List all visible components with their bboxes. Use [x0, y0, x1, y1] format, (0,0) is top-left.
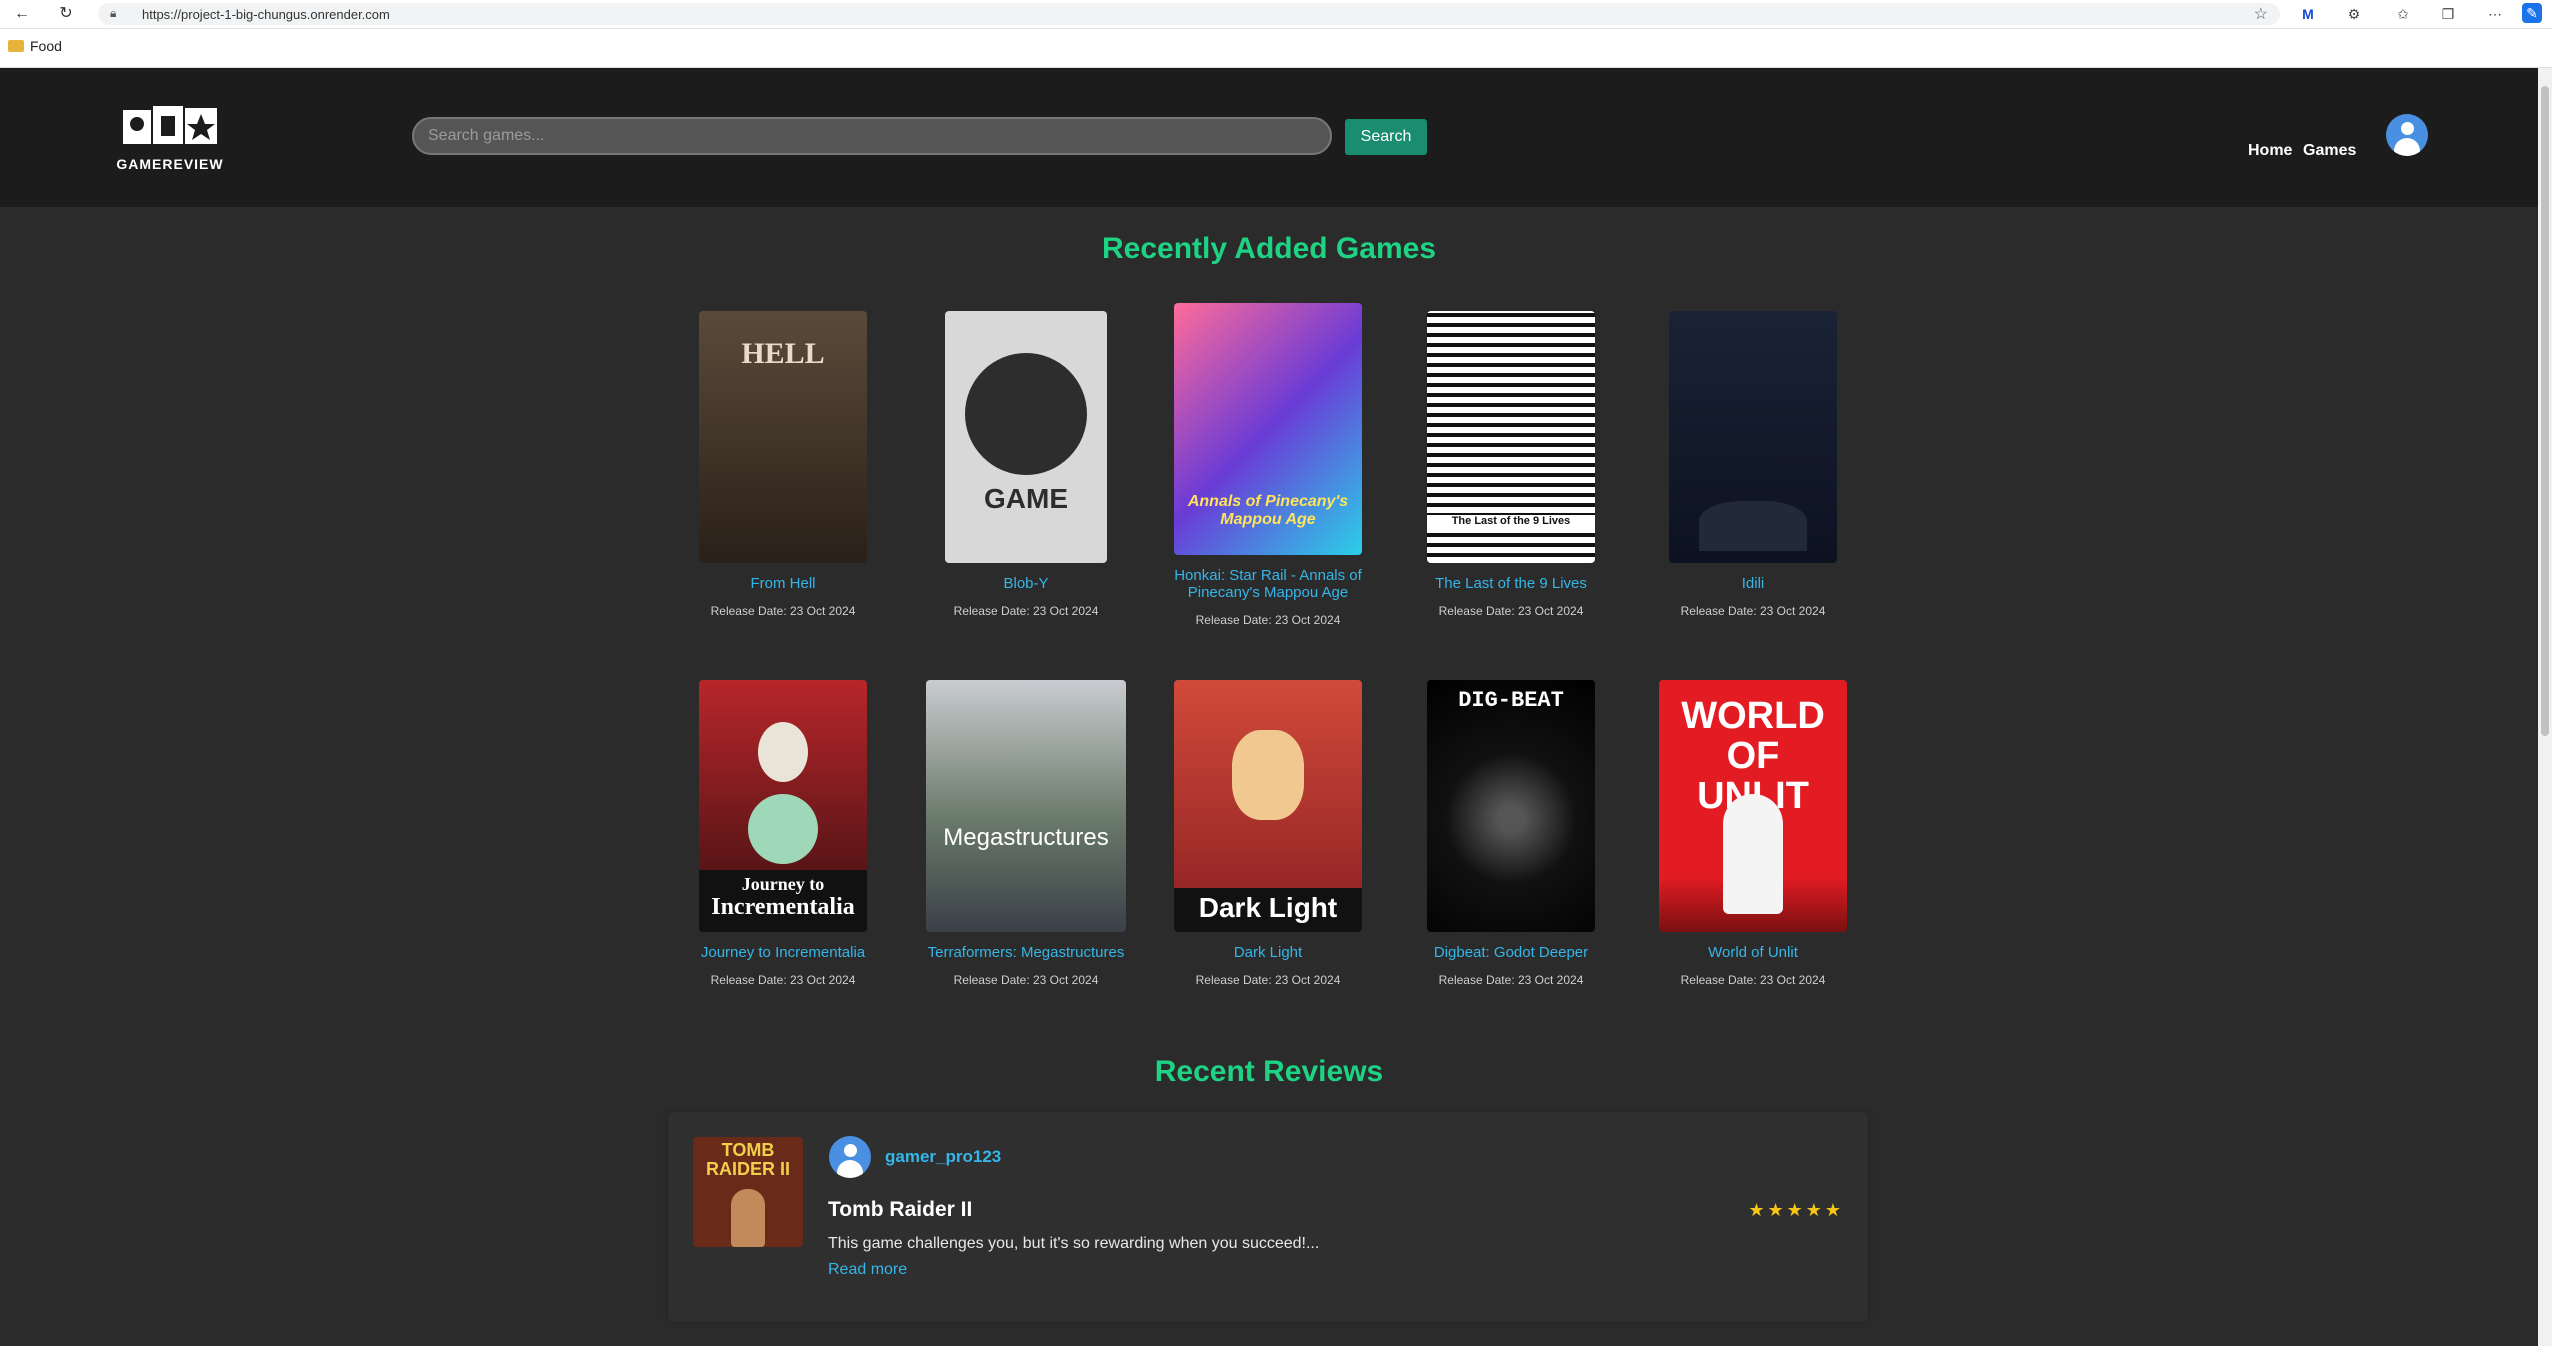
- nav-games-link[interactable]: Games: [2303, 142, 2356, 160]
- game-title-link[interactable]: Dark Light: [1158, 944, 1378, 961]
- game-cover-image[interactable]: DIG-BEAT: [1427, 680, 1595, 932]
- logo-text: GAMEREVIEW: [116, 156, 224, 172]
- read-more-link[interactable]: Read more: [828, 1261, 907, 1279]
- game-card[interactable]: Annals of Pinecany's Mappou Age Honkai: …: [1158, 303, 1378, 627]
- game-card[interactable]: HELL From Hell Release Date: 23 Oct 2024: [673, 311, 893, 618]
- bookmark-folder-food[interactable]: Food: [8, 38, 62, 54]
- release-date: Release Date: 23 Oct 2024: [710, 973, 856, 987]
- game-card[interactable]: WORLD OF UNLIT World of Unlit Release Da…: [1643, 680, 1863, 987]
- game-cover-image[interactable]: WORLD OF UNLIT: [1659, 680, 1847, 932]
- release-date: Release Date: 23 Oct 2024: [1438, 973, 1584, 987]
- release-date: Release Date: 23 Oct 2024: [1680, 973, 1826, 987]
- release-date: Release Date: 23 Oct 2024: [953, 604, 1099, 618]
- game-cover-image[interactable]: The Last of the 9 Lives: [1427, 311, 1595, 563]
- game-cover-image[interactable]: Megastructures: [926, 680, 1126, 932]
- reviewer-username[interactable]: gamer_pro123: [885, 1147, 1001, 1167]
- collections-icon[interactable]: ❐: [2437, 3, 2459, 25]
- game-card[interactable]: The Last of the 9 Lives The Last of the …: [1401, 311, 1621, 618]
- review-game-cover-image[interactable]: TOMB RAIDER II: [693, 1137, 803, 1247]
- site-header: GAMEREVIEW Search Home Games: [0, 68, 2538, 207]
- game-cover-image[interactable]: Dark Light: [1174, 680, 1362, 932]
- game-title-link[interactable]: Digbeat: Godot Deeper: [1401, 944, 1621, 961]
- search-input[interactable]: [412, 117, 1332, 155]
- address-bar[interactable]: 🔒︎ https://project-1-big-chungus.onrende…: [98, 3, 2280, 25]
- star-rating: ★★★★★: [1748, 1200, 1844, 1220]
- game-title-link[interactable]: World of Unlit: [1643, 944, 1863, 961]
- game-title-link[interactable]: The Last of the 9 Lives: [1401, 575, 1621, 592]
- browser-toolbar: ← ↻ 🔒︎ https://project-1-big-chungus.onr…: [0, 0, 2552, 29]
- logo-icon: [123, 106, 217, 144]
- release-date: Release Date: 23 Oct 2024: [710, 604, 856, 618]
- folder-icon: [8, 40, 24, 52]
- game-cover-image[interactable]: Journey to Incrementalia: [699, 680, 867, 932]
- bookmarks-bar: Food: [0, 29, 2552, 68]
- extension-icon[interactable]: M: [2297, 3, 2319, 25]
- game-card[interactable]: Dark Light Dark Light Release Date: 23 O…: [1158, 680, 1378, 987]
- game-title-link[interactable]: Honkai: Star Rail - Annals of Pinecany's…: [1158, 567, 1378, 601]
- search-button[interactable]: Search: [1345, 119, 1427, 155]
- copilot-icon[interactable]: ✎: [2522, 3, 2542, 23]
- recently-added-title: Recently Added Games: [1102, 232, 1436, 265]
- game-card[interactable]: DIG-BEAT Digbeat: Godot Deeper Release D…: [1401, 680, 1621, 987]
- extension-icon[interactable]: ⚙: [2343, 3, 2365, 25]
- bookmark-star-icon[interactable]: ☆: [2254, 4, 2268, 24]
- recent-reviews-title: Recent Reviews: [1154, 1055, 1384, 1088]
- game-card[interactable]: GAME Blob-Y Release Date: 23 Oct 2024: [916, 311, 1136, 618]
- game-title-link[interactable]: From Hell: [673, 575, 893, 592]
- review-excerpt: This game challenges you, but it's so re…: [828, 1235, 1320, 1252]
- user-avatar-icon[interactable]: [2386, 114, 2428, 156]
- reload-icon[interactable]: ↻: [54, 2, 78, 26]
- game-cover-image[interactable]: GAME: [945, 311, 1107, 563]
- review-game-title: Tomb Raider II: [828, 1198, 973, 1221]
- review-card: TOMB RAIDER II gamer_pro123 Tomb Raider …: [668, 1112, 1868, 1322]
- site-logo[interactable]: GAMEREVIEW: [113, 102, 227, 174]
- release-date: Release Date: 23 Oct 2024: [1195, 613, 1341, 627]
- game-cover-image[interactable]: HELL: [699, 311, 867, 563]
- url-text: https://project-1-big-chungus.onrender.c…: [142, 7, 390, 22]
- game-card[interactable]: Idili Release Date: 23 Oct 2024: [1643, 311, 1863, 618]
- release-date: Release Date: 23 Oct 2024: [1680, 604, 1826, 618]
- gamepad-icon: [965, 353, 1087, 475]
- game-title-link[interactable]: Idili: [1643, 575, 1863, 592]
- game-card[interactable]: Journey to Incrementalia Journey to Incr…: [673, 680, 893, 987]
- skull-icon: [758, 722, 808, 782]
- nav-home-link[interactable]: Home: [2248, 142, 2292, 160]
- game-cover-image[interactable]: [1669, 311, 1837, 563]
- release-date: Release Date: 23 Oct 2024: [953, 973, 1099, 987]
- reviewer-avatar-icon[interactable]: [829, 1136, 871, 1178]
- game-title-link[interactable]: Blob-Y: [916, 575, 1136, 592]
- release-date: Release Date: 23 Oct 2024: [1195, 973, 1341, 987]
- back-arrow-icon[interactable]: ←: [10, 2, 34, 26]
- game-title-link[interactable]: Terraformers: Megastructures: [916, 944, 1136, 961]
- scrollbar-thumb[interactable]: [2541, 86, 2549, 736]
- lock-icon: 🔒︎: [110, 6, 117, 20]
- page-scrollbar[interactable]: [2538, 68, 2552, 1346]
- game-card[interactable]: Megastructures Terraformers: Megastructu…: [916, 680, 1136, 987]
- game-title-link[interactable]: Journey to Incrementalia: [673, 944, 893, 961]
- more-options-icon[interactable]: ⋯: [2484, 3, 2506, 25]
- game-cover-image[interactable]: Annals of Pinecany's Mappou Age: [1174, 303, 1362, 555]
- release-date: Release Date: 23 Oct 2024: [1438, 604, 1584, 618]
- favorites-icon[interactable]: ✩: [2392, 3, 2414, 25]
